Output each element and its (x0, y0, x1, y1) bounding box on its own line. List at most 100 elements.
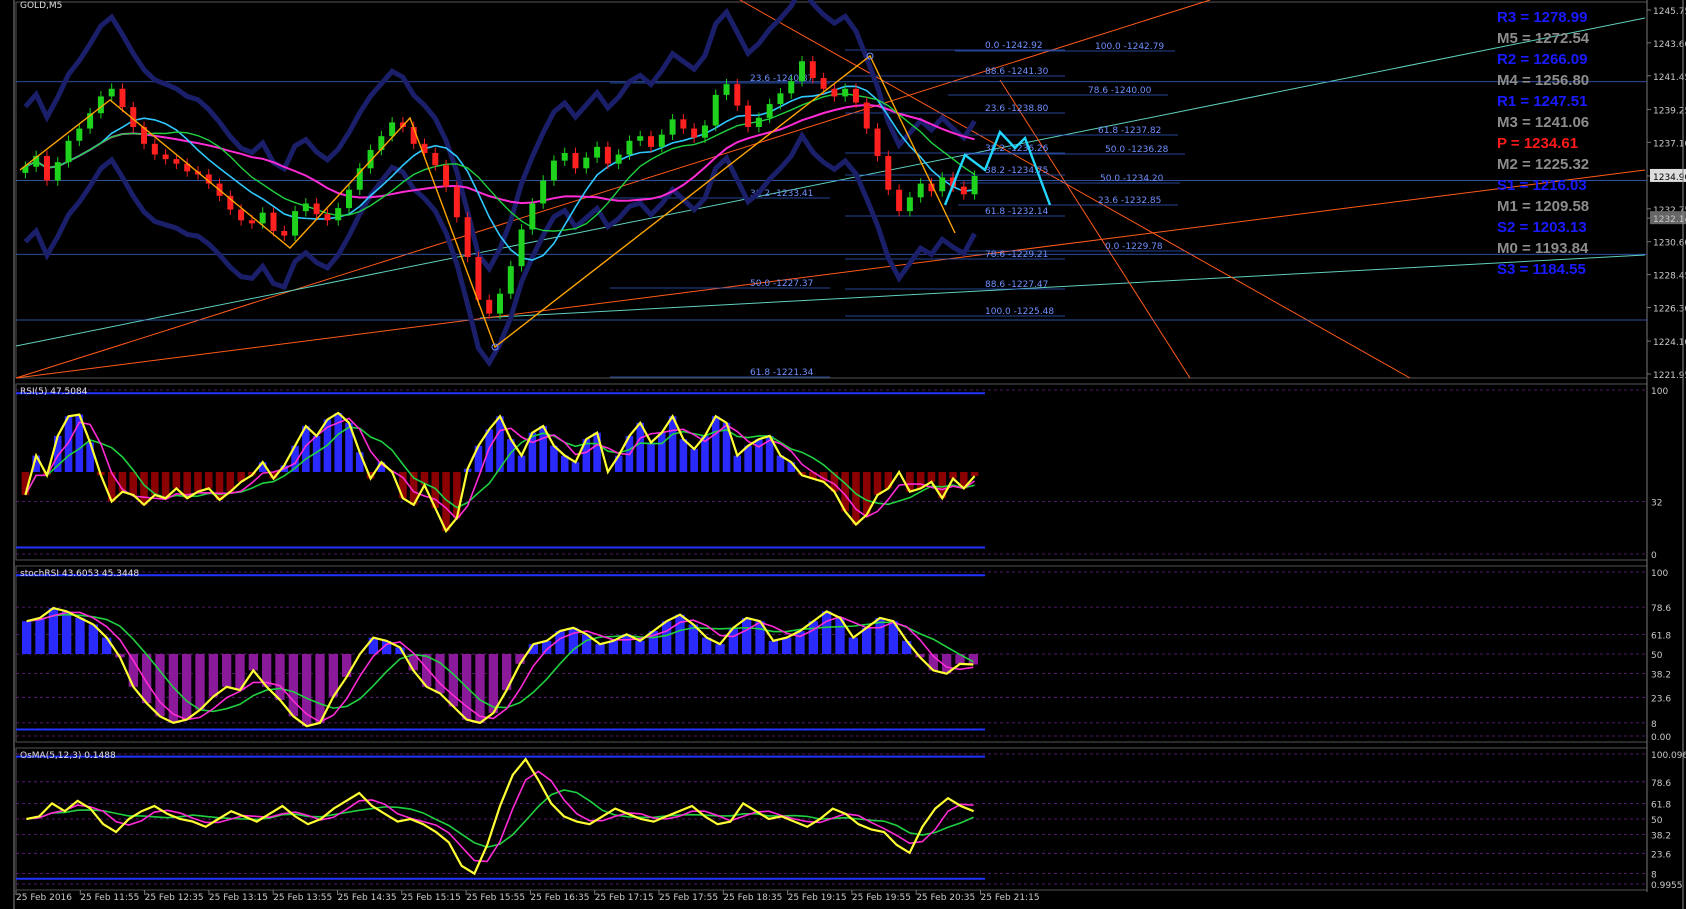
candle-body (658, 134, 665, 147)
histogram-bar (595, 644, 605, 654)
time-tick-label: 25 Feb 13:55 (273, 893, 332, 903)
candle-body (76, 128, 83, 141)
fib-label-13: 61.8 -1232.14 (985, 207, 1049, 217)
price-tick-label: 1232.14 (1653, 215, 1686, 225)
histogram-bar (873, 472, 882, 495)
histogram-bar (288, 654, 298, 717)
histogram-bar (129, 472, 138, 495)
price-tick-label: 1230.60 (1653, 239, 1686, 249)
trendline-orange-low (15, 169, 1646, 379)
price-tick-label: 1237.10 (1653, 139, 1686, 149)
time-tick-label: 25 Feb 11:55 (80, 893, 139, 903)
osc-tick-label: 100 (1651, 569, 1668, 579)
histogram-bar (195, 654, 205, 710)
candle-body (680, 119, 687, 129)
candle-body (669, 119, 676, 135)
candle-body (755, 117, 762, 127)
ma-cyan (25, 85, 975, 261)
candle-body (637, 136, 644, 141)
candle-body (852, 88, 859, 103)
candle-body (615, 154, 622, 164)
histogram-bar (852, 472, 860, 525)
time-tick-label: 25 Feb 13:15 (209, 893, 268, 903)
osc-tick-label: 38.2 (1651, 831, 1671, 841)
pivot-label: S2 = 1203.13 (1497, 219, 1587, 236)
pivot-label: M3 = 1241.06 (1497, 114, 1589, 131)
histogram-bar (485, 429, 493, 472)
price-tick-label: 1228.45 (1653, 272, 1686, 282)
histogram-bar (662, 621, 672, 654)
pivot-label: P = 1234.61 (1497, 135, 1578, 152)
candle-body (248, 220, 255, 224)
candle-body (788, 81, 795, 94)
candle-body (453, 186, 460, 218)
histogram-bar (715, 644, 725, 654)
histogram-bar (315, 654, 325, 723)
fib-label-1: 100.0 -1242.79 (1095, 42, 1164, 52)
candle-body (486, 299, 493, 314)
candle-body (550, 160, 557, 181)
histogram-bar (635, 640, 645, 654)
pivot-label: S1 = 1216.03 (1497, 177, 1587, 194)
histogram-bar (711, 416, 720, 472)
time-tick-label: 25 Feb 17:15 (595, 893, 654, 903)
osc-main-line (26, 757, 975, 876)
candle-body (712, 94, 719, 126)
candle-body (507, 266, 514, 294)
candle-body (960, 186, 967, 195)
histogram-bar (62, 611, 72, 654)
histogram-bar (636, 422, 644, 472)
pivot-label: R3 = 1278.99 (1497, 9, 1588, 26)
osc-tick-label: 61.8 (1651, 801, 1671, 811)
trading-chart[interactable]: 0.0 -1242.92 100.0 -1242.79 88.6 -1241.30 2… (0, 0, 1686, 909)
candle-body (842, 88, 849, 97)
candle-body (281, 231, 288, 236)
osc-tick-label: 50 (1651, 651, 1663, 661)
candle-body (863, 102, 870, 129)
fib-label-5: 23.6 -1238.80 (985, 104, 1049, 114)
fib-label-15: 78.6 -1229.21 (985, 250, 1048, 260)
candle-body (701, 125, 708, 138)
histogram-bar (86, 442, 94, 472)
candle-body (238, 209, 245, 221)
osc-tick-label: 32 (1651, 499, 1662, 509)
candle-body (432, 153, 439, 166)
histogram-bar (675, 614, 685, 654)
candle-body (292, 211, 299, 236)
panel-frame-0 (15, 1, 1648, 379)
time-tick-label: 25 Feb 19:55 (852, 893, 911, 903)
histogram-bar (902, 640, 912, 654)
histogram-bar (927, 472, 936, 482)
histogram-bar (172, 472, 181, 489)
candle-body (119, 88, 126, 108)
fib-label-6: 61.8 -1237.82 (1098, 126, 1161, 136)
histogram-bar (475, 654, 485, 723)
histogram-bar (571, 462, 580, 472)
histogram-bar (622, 634, 632, 654)
osc-tick-label: 100.0969 (1651, 751, 1686, 761)
time-tick-label: 25 Feb 15:15 (402, 893, 461, 903)
candle-body (723, 84, 730, 95)
histogram-bar (453, 472, 461, 518)
candle-body (108, 88, 115, 97)
time-tick-label: 25 Feb 16:35 (530, 893, 589, 903)
histogram-bar (155, 654, 165, 717)
histogram-bar (768, 640, 778, 654)
fib-label-14: 0.0 -1229.78 (1105, 242, 1163, 252)
candle-body (874, 128, 881, 157)
price-tick-label: 1234.90 (1653, 173, 1686, 183)
fib-label-0: 0.0 -1242.92 (985, 41, 1043, 51)
candle-body (529, 203, 536, 230)
fib-label-10: 50.0 -1234.20 (1100, 174, 1164, 184)
price-tick-label: 1239.25 (1653, 106, 1686, 116)
candle-body (831, 88, 838, 97)
candle-body (324, 214, 331, 221)
time-tick-label: 25 Feb 20:35 (916, 893, 975, 903)
candle-body (464, 217, 471, 257)
osc-tick-label: 100 (1651, 387, 1668, 397)
candle-body (173, 159, 180, 164)
pivot-label: S3 = 1184.55 (1497, 261, 1586, 278)
pivot-label: M2 = 1225.32 (1497, 156, 1589, 173)
stochrsi-panel-label: stochRSI 43.6053 45.3448 (20, 569, 139, 579)
candle-body (335, 208, 342, 221)
